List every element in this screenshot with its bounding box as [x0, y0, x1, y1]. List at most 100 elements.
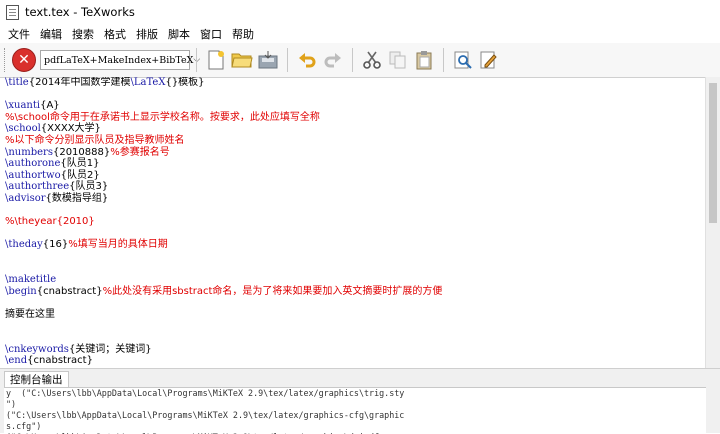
latex-command: \theday — [5, 239, 43, 251]
latex-comment: %以下命令分别显示队员及指导教师姓名 — [5, 134, 185, 146]
console-output[interactable]: y ("C:\Users\lbb\AppData\Local\Programs\… — [4, 387, 706, 434]
latex-text: {2014年中国数学建模 — [28, 77, 131, 88]
code-editor[interactable]: \title{2014年中国数学建模\LaTeX{}模板} \xuanti{A}%… — [0, 77, 706, 368]
toolbar-separator — [352, 48, 353, 72]
latex-command: \end — [5, 355, 28, 367]
window-title: text.tex - TeXworks — [25, 5, 135, 19]
menu-bar: 文件 编辑 搜索 格式 排版 脚本 窗口 帮助 — [0, 24, 720, 43]
console-line: ") — [6, 399, 17, 409]
latex-command: \title — [5, 77, 29, 88]
latex-command: \school — [5, 123, 41, 135]
latex-command: \maketitle — [5, 274, 57, 286]
open-folder-icon[interactable] — [231, 48, 253, 72]
editor-line[interactable]: \authortwo{队员2} — [5, 170, 706, 182]
tab-console-output[interactable]: 控制台输出 — [4, 371, 69, 388]
latex-comment: %\school命令用于在承诺书上显示学校名称。按要求，此处应填写全称 — [5, 111, 320, 123]
latex-text: {关键词；关键词} — [68, 343, 152, 355]
editor-line[interactable] — [5, 205, 706, 217]
toolbar-separator — [443, 48, 444, 72]
latex-command: \advisor — [5, 192, 46, 204]
latex-text: {队员3} — [69, 181, 109, 193]
typeset-engine-select[interactable]: pdfLaTeX+MakeIndex+BibTeX ⌵ — [40, 50, 200, 70]
editor-line[interactable]: \theday{16}%填写当月的具体日期 — [5, 239, 706, 251]
title-bar: text.tex - TeXworks — [0, 0, 720, 24]
toolbar-grip[interactable] — [4, 48, 8, 72]
toolbar: ✕ pdfLaTeX+MakeIndex+BibTeX ⌵ — [0, 43, 720, 78]
editor-line[interactable]: \xuanti{A} — [5, 100, 706, 112]
editor-line[interactable]: \advisor{数模指导组} — [5, 193, 706, 205]
menu-file[interactable]: 文件 — [3, 26, 35, 42]
editor-line[interactable] — [5, 228, 706, 240]
latex-comment: %\theyear{2010} — [5, 216, 95, 228]
editor-line[interactable] — [5, 251, 706, 263]
menu-search[interactable]: 搜索 — [67, 26, 99, 42]
latex-text: {队员1} — [60, 158, 100, 170]
paste-icon[interactable] — [413, 48, 435, 72]
latex-command: \LaTeX — [130, 77, 166, 88]
document-icon — [6, 4, 19, 20]
stop-typeset-icon[interactable]: ✕ — [12, 48, 36, 72]
console-panel: 控制台输出 y ("C:\Users\lbb\AppData\Local\Pro… — [0, 368, 720, 434]
typeset-engine-value: pdfLaTeX+MakeIndex+BibTeX — [44, 54, 194, 66]
latex-text: {cnabstract} — [27, 355, 93, 367]
cut-icon[interactable] — [361, 48, 383, 72]
menu-window[interactable]: 窗口 — [195, 26, 227, 42]
editor-line[interactable]: \numbers{2010888}%参赛报名号 — [5, 147, 706, 159]
editor-line[interactable]: %\school命令用于在承诺书上显示学校名称。按要求，此处应填写全称 — [5, 112, 706, 124]
editor-line[interactable]: \school{XXXX大学} — [5, 123, 706, 135]
latex-command: \xuanti — [5, 100, 41, 112]
latex-command: \begin — [5, 285, 37, 297]
editor-line[interactable]: \maketitle — [5, 274, 706, 286]
toolbar-separator — [287, 48, 288, 72]
console-line: s.cfg") — [6, 421, 42, 431]
latex-text: {队员2} — [60, 169, 100, 181]
latex-command: \authorthree — [5, 181, 70, 193]
menu-scripts[interactable]: 脚本 — [163, 26, 195, 42]
latex-text: {cnabstract} — [36, 285, 103, 297]
latex-text: {XXXX大学} — [40, 123, 101, 135]
menu-typeset[interactable]: 排版 — [131, 26, 163, 42]
latex-text: {}模板} — [165, 77, 205, 88]
editor-line[interactable] — [5, 332, 706, 344]
latex-comment: %填写当月的具体日期 — [68, 239, 168, 251]
latex-command: \cnkeywords — [5, 343, 69, 355]
menu-edit[interactable]: 编辑 — [35, 26, 67, 42]
latex-text: {16} — [42, 239, 69, 251]
editor-line[interactable]: %\theyear{2010} — [5, 216, 706, 228]
copy-icon[interactable] — [387, 48, 409, 72]
editor-line[interactable]: \title{2014年中国数学建模\LaTeX{}模板} — [5, 77, 706, 89]
undo-icon[interactable] — [296, 48, 318, 72]
editor-line[interactable]: \end{cnabstract} — [5, 355, 706, 367]
latex-text: {A} — [40, 100, 60, 112]
search-icon[interactable] — [452, 48, 474, 72]
latex-command: \numbers — [5, 146, 53, 158]
console-scrollbar[interactable] — [706, 387, 720, 433]
scrollbar-thumb[interactable] — [709, 83, 717, 223]
latex-comment: %参赛报名号 — [110, 146, 170, 158]
latex-text: 摘要在这里 — [5, 308, 55, 320]
redo-icon[interactable] — [322, 48, 344, 72]
editor-line[interactable] — [5, 297, 706, 309]
new-file-icon[interactable] — [205, 48, 227, 72]
editor-line[interactable] — [5, 263, 706, 275]
save-icon[interactable] — [257, 48, 279, 72]
toolbar-separator — [196, 48, 197, 72]
editor-line[interactable]: \authorone{队员1} — [5, 158, 706, 170]
editor-line[interactable] — [5, 320, 706, 332]
latex-command: \authorone — [5, 158, 61, 170]
latex-text: {数模指导组} — [45, 192, 109, 204]
editor-line[interactable]: \authorthree{队员3} — [5, 181, 706, 193]
menu-format[interactable]: 格式 — [99, 26, 131, 42]
console-line: ("C:\Users\lbb\AppData\Local\Programs\Mi… — [6, 410, 405, 420]
latex-text: {2010888} — [52, 146, 111, 158]
console-line: y ("C:\Users\lbb\AppData\Local\Programs\… — [6, 388, 405, 398]
editor-line[interactable]: \begin{cnabstract}%此处没有采用sbstract命名，是为了将… — [5, 286, 706, 298]
editor-line[interactable] — [5, 89, 706, 101]
preferences-icon[interactable] — [478, 48, 500, 72]
latex-comment: %此处没有采用sbstract命名，是为了将来如果要加入英文摘要时扩展的方便 — [102, 285, 443, 297]
editor-scrollbar[interactable] — [705, 77, 720, 368]
editor-line[interactable]: 摘要在这里 — [5, 309, 706, 321]
editor-line[interactable]: \cnkeywords{关键词；关键词} — [5, 344, 706, 356]
menu-help[interactable]: 帮助 — [227, 26, 259, 42]
editor-line[interactable]: %以下命令分别显示队员及指导教师姓名 — [5, 135, 706, 147]
